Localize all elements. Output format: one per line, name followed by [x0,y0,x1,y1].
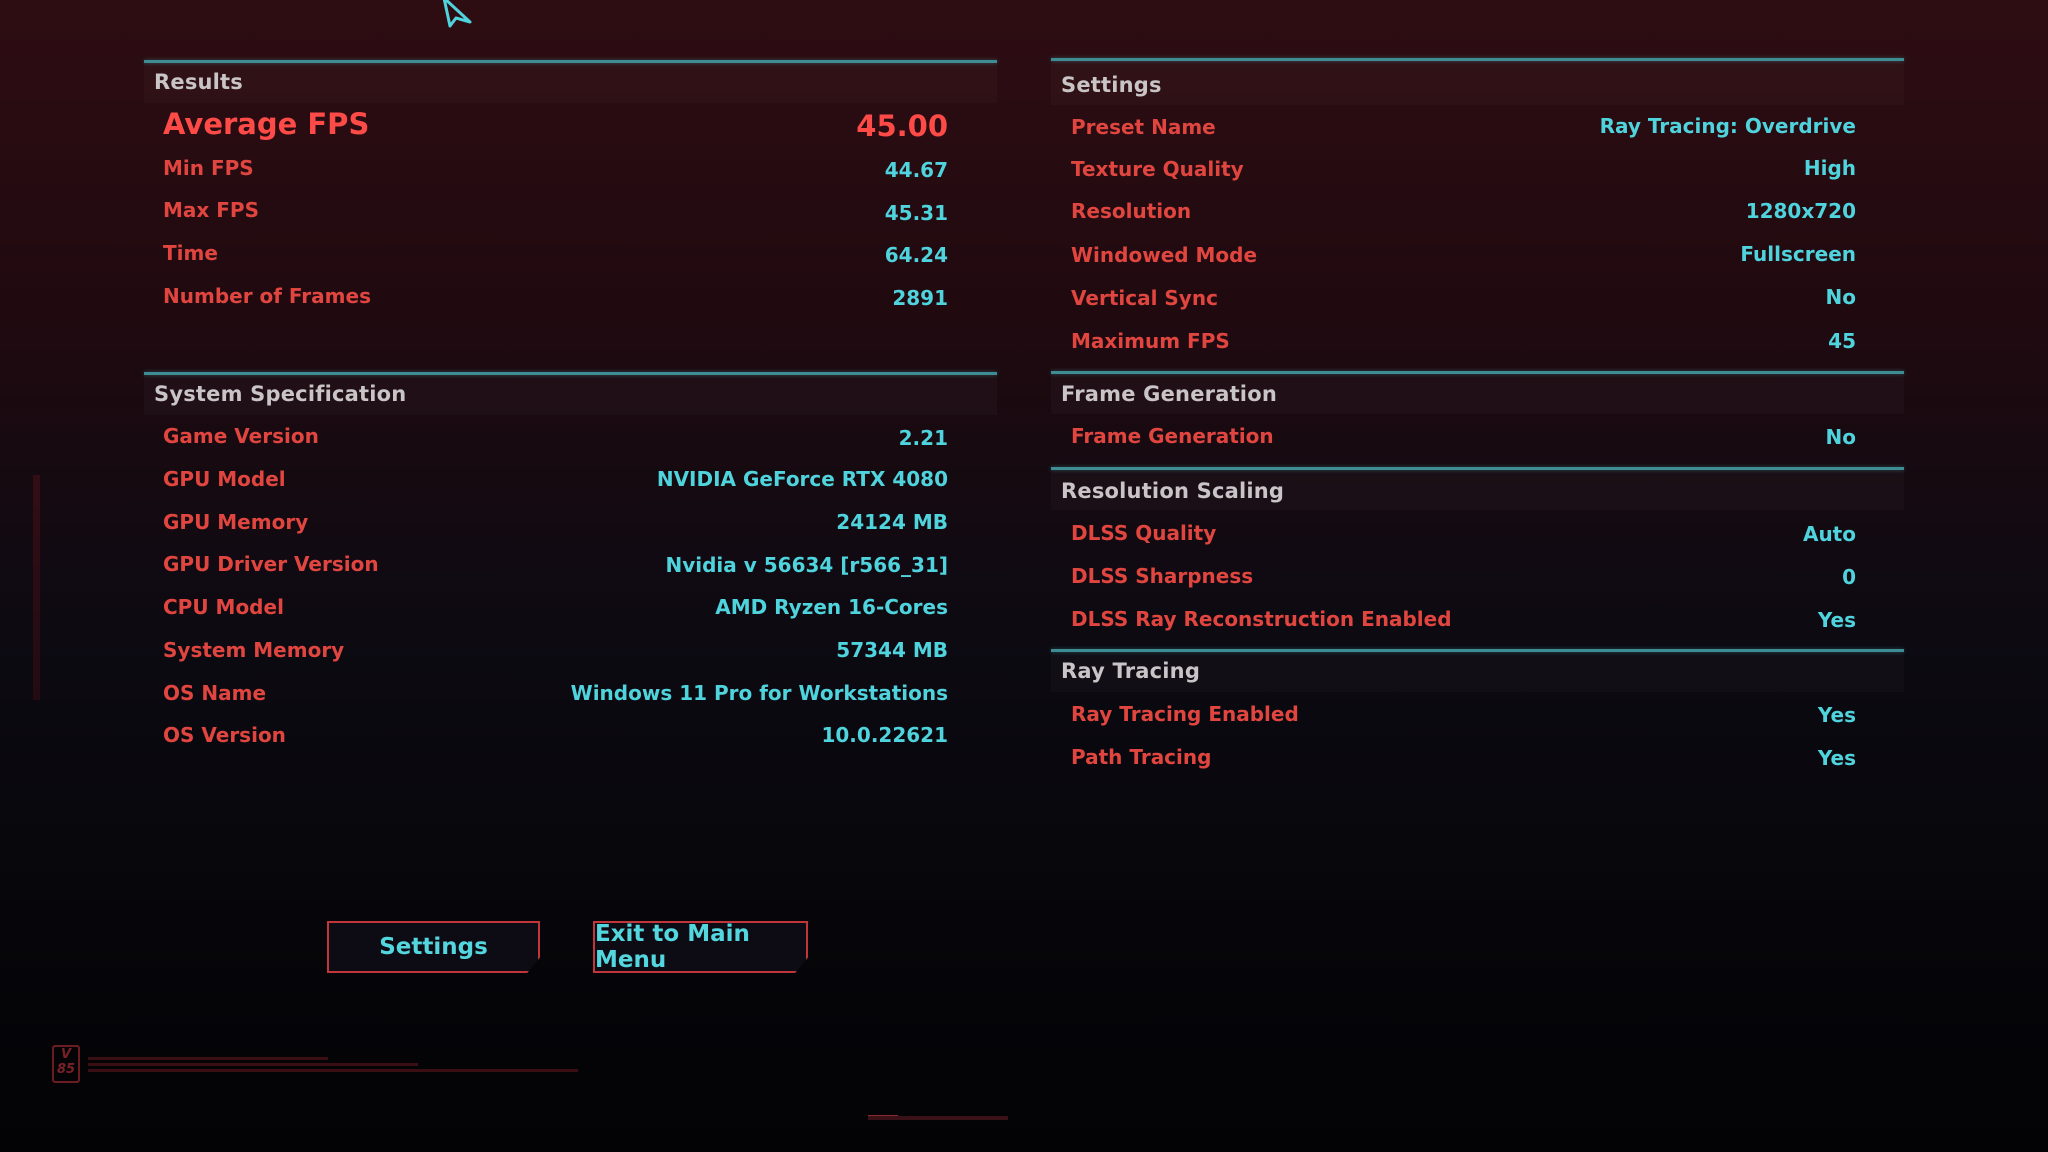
average-fps-label: Average FPS [163,107,370,141]
side-decoration [33,475,40,700]
settings-button[interactable]: Settings [327,921,540,973]
frame-generation-title: Frame Generation [1061,382,1277,406]
path-tracing-value: Yes [1817,746,1856,770]
os-version-value: 10.0.22621 [821,723,948,747]
time-label: Time [163,241,218,265]
average-fps-value: 45.00 [856,109,948,143]
vertical-sync-label: Vertical Sync [1071,286,1218,310]
preset-name-label: Preset Name [1071,115,1216,139]
resolution-scaling-title: Resolution Scaling [1061,479,1285,503]
maximum-fps-label: Maximum FPS [1071,329,1230,353]
os-version-label: OS Version [163,723,286,747]
game-version-label: Game Version [163,424,319,448]
settings-button-label: Settings [379,934,488,960]
settings-title: Settings [1061,73,1162,97]
exit-to-main-menu-button-label: Exit to Main Menu [595,921,750,973]
logo-line2: 85 [56,1062,76,1077]
dlss-sharpness-label: DLSS Sharpness [1071,564,1254,588]
ray-tracing-enabled-label: Ray Tracing Enabled [1071,702,1299,726]
texture-quality-value: High [1803,156,1856,180]
game-version-value: 2.21 [898,426,948,450]
results-title: Results [154,70,243,94]
dlss-sharpness-value: 0 [1842,565,1856,589]
gpu-model-label: GPU Model [163,467,286,491]
os-name-label: OS Name [163,681,267,705]
v85-logo: V 85 [52,1045,80,1083]
ray-tracing-enabled-value: Yes [1817,703,1856,727]
dlss-quality-value: Auto [1802,522,1856,546]
gpu-driver-value: Nvidia v 56634 [r566_31] [665,553,948,577]
mouse-pointer-icon [442,0,472,28]
settings-header-band [1051,61,1904,105]
resolution-value: 1280x720 [1745,199,1856,223]
resolution-label: Resolution [1071,199,1192,223]
frame-generation-value: No [1825,425,1856,449]
gpu-model-value: NVIDIA GeForce RTX 4080 [656,467,948,491]
system-memory-value: 57344 MB [836,638,948,662]
frames-value: 2891 [892,286,948,310]
gpu-memory-label: GPU Memory [163,510,309,534]
os-name-value: Windows 11 Pro for Workstations [570,681,948,705]
fineprint-line [88,1069,578,1072]
path-tracing-label: Path Tracing [1071,745,1212,769]
gpu-driver-label: GPU Driver Version [163,552,379,576]
time-value: 64.24 [884,243,948,267]
preset-name-value: Ray Tracing: Overdrive [1599,114,1856,138]
fineprint-line [88,1057,328,1060]
min-fps-label: Min FPS [163,156,254,180]
results-header-band [144,63,997,103]
system-spec-title: System Specification [154,382,407,406]
max-fps-value: 45.31 [884,201,948,225]
maximum-fps-value: 45 [1828,329,1856,353]
cpu-model-value: AMD Ryzen 16-Cores [715,595,948,619]
cpu-model-label: CPU Model [163,595,284,619]
logo-line1: V [60,1047,72,1062]
gpu-memory-value: 24124 MB [836,510,948,534]
ray-tracing-title: Ray Tracing [1061,659,1201,683]
max-fps-label: Max FPS [163,198,259,222]
min-fps-value: 44.67 [884,158,948,182]
system-memory-label: System Memory [163,638,345,662]
texture-quality-label: Texture Quality [1071,157,1244,181]
dlss-ray-reconstruction-value: Yes [1817,608,1856,632]
fineprint-line [88,1063,418,1066]
frame-generation-label: Frame Generation [1071,424,1274,448]
windowed-mode-label: Windowed Mode [1071,243,1258,267]
frames-label: Number of Frames [163,284,371,308]
dlss-ray-reconstruction-label: DLSS Ray Reconstruction Enabled [1071,607,1452,631]
footer-decoration [868,1116,1008,1120]
dlss-quality-label: DLSS Quality [1071,521,1217,545]
vertical-sync-value: No [1825,285,1856,309]
exit-to-main-menu-button[interactable]: Exit to Main Menu [593,921,808,973]
windowed-mode-value: Fullscreen [1740,242,1856,266]
